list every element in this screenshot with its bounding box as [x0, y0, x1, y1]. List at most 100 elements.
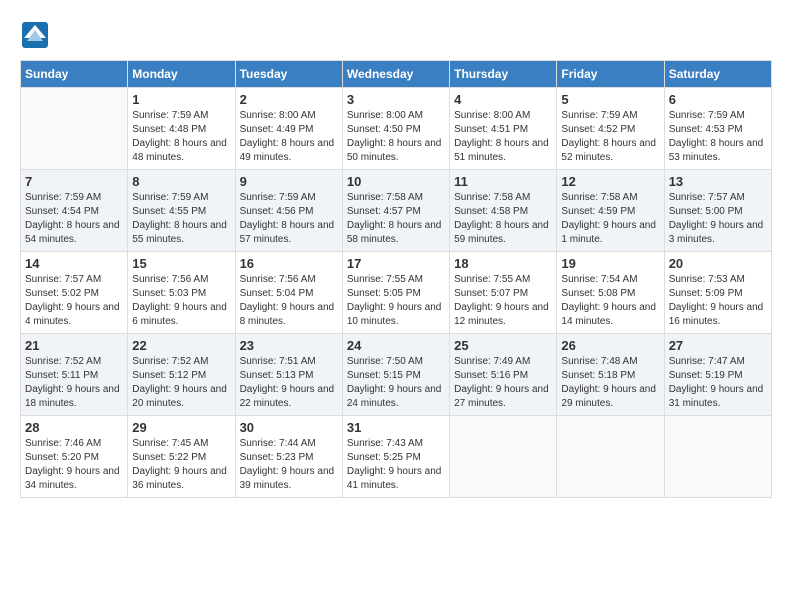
day-info: Sunrise: 7:44 AMSunset: 5:23 PMDaylight:… [240, 437, 338, 493]
calendar-cell: 16 Sunrise: 7:56 AMSunset: 5:04 PMDayligh… [235, 252, 342, 334]
calendar-cell: 27 Sunrise: 7:47 AMSunset: 5:19 PMDayligh… [664, 334, 771, 416]
day-number: 11 [454, 174, 552, 189]
day-info: Sunrise: 7:50 AMSunset: 5:15 PMDaylight:… [347, 355, 445, 411]
calendar-cell: 14Sunrise: 7:57 AMSunset: 5:02 PMDayligh… [21, 252, 128, 334]
day-number: 12 [561, 174, 659, 189]
day-number: 8 [132, 174, 230, 189]
day-number: 4 [454, 92, 552, 107]
logo [20, 20, 54, 50]
day-info: Sunrise: 7:57 AMSunset: 5:02 PMDaylight:… [25, 273, 123, 329]
calendar-cell: 10 Sunrise: 7:58 AMSunset: 4:57 PMDayligh… [342, 170, 449, 252]
day-number: 2 [240, 92, 338, 107]
weekday-header-sunday: Sunday [21, 61, 128, 88]
calendar-cell [21, 88, 128, 170]
weekday-header-saturday: Saturday [664, 61, 771, 88]
day-info: Sunrise: 7:58 AMSunset: 4:58 PMDaylight:… [454, 191, 552, 247]
day-info: Sunrise: 7:58 AMSunset: 4:57 PMDaylight:… [347, 191, 445, 247]
page-header [20, 20, 772, 50]
calendar-cell: 30Sunrise: 7:44 AMSunset: 5:23 PMDayligh… [235, 416, 342, 498]
day-info: Sunrise: 7:59 AMSunset: 4:55 PMDaylight:… [132, 191, 230, 247]
weekday-header-friday: Friday [557, 61, 664, 88]
calendar-cell: 21 Sunrise: 7:52 AMSunset: 5:11 PMDayligh… [21, 334, 128, 416]
day-info: Sunrise: 7:56 AMSunset: 5:04 PMDaylight:… [240, 273, 338, 329]
day-info: Sunrise: 7:43 AMSunset: 5:25 PMDaylight:… [347, 437, 445, 493]
calendar-cell: 28 Sunrise: 7:46 AMSunset: 5:20 PMDayligh… [21, 416, 128, 498]
day-number: 24 [347, 338, 445, 353]
day-info: Sunrise: 8:00 AMSunset: 4:51 PMDaylight:… [454, 109, 552, 165]
calendar-cell [557, 416, 664, 498]
weekday-header-thursday: Thursday [450, 61, 557, 88]
day-number: 16 [240, 256, 338, 271]
calendar-week-2: 7Sunrise: 7:59 AMSunset: 4:54 PMDaylight… [21, 170, 772, 252]
calendar-week-3: 14Sunrise: 7:57 AMSunset: 5:02 PMDayligh… [21, 252, 772, 334]
calendar-cell: 7Sunrise: 7:59 AMSunset: 4:54 PMDaylight… [21, 170, 128, 252]
day-number: 6 [669, 92, 767, 107]
day-info: Sunrise: 7:54 AMSunset: 5:08 PMDaylight:… [561, 273, 659, 329]
day-info: Sunrise: 7:59 AMSunset: 4:56 PMDaylight:… [240, 191, 338, 247]
day-number: 10 [347, 174, 445, 189]
calendar-cell: 25 Sunrise: 7:49 AMSunset: 5:16 PMDayligh… [450, 334, 557, 416]
calendar-cell: 3 Sunrise: 8:00 AMSunset: 4:50 PMDaylight… [342, 88, 449, 170]
day-number: 27 [669, 338, 767, 353]
day-number: 15 [132, 256, 230, 271]
day-number: 13 [669, 174, 767, 189]
day-info: Sunrise: 7:52 AMSunset: 5:12 PMDaylight:… [132, 355, 230, 411]
calendar-header-row: SundayMondayTuesdayWednesdayThursdayFrid… [21, 61, 772, 88]
day-info: Sunrise: 7:59 AMSunset: 4:52 PMDaylight:… [561, 109, 659, 165]
calendar-cell: 1 Sunrise: 7:59 AMSunset: 4:48 PMDaylight… [128, 88, 235, 170]
day-number: 29 [132, 420, 230, 435]
calendar-cell [664, 416, 771, 498]
calendar-cell: 15 Sunrise: 7:56 AMSunset: 5:03 PMDayligh… [128, 252, 235, 334]
day-info: Sunrise: 7:46 AMSunset: 5:20 PMDaylight:… [25, 437, 123, 493]
day-number: 22 [132, 338, 230, 353]
day-number: 20 [669, 256, 767, 271]
day-number: 19 [561, 256, 659, 271]
calendar-week-4: 21 Sunrise: 7:52 AMSunset: 5:11 PMDayligh… [21, 334, 772, 416]
calendar-cell: 6 Sunrise: 7:59 AMSunset: 4:53 PMDaylight… [664, 88, 771, 170]
day-info: Sunrise: 8:00 AMSunset: 4:49 PMDaylight:… [240, 109, 338, 165]
day-number: 17 [347, 256, 445, 271]
day-info: Sunrise: 7:45 AMSunset: 5:22 PMDaylight:… [132, 437, 230, 493]
calendar-cell: 23Sunrise: 7:51 AMSunset: 5:13 PMDayligh… [235, 334, 342, 416]
day-number: 21 [25, 338, 123, 353]
calendar-cell: 19 Sunrise: 7:54 AMSunset: 5:08 PMDayligh… [557, 252, 664, 334]
day-info: Sunrise: 7:59 AMSunset: 4:48 PMDaylight:… [132, 109, 230, 165]
day-info: Sunrise: 7:57 AMSunset: 5:00 PMDaylight:… [669, 191, 767, 247]
day-info: Sunrise: 7:49 AMSunset: 5:16 PMDaylight:… [454, 355, 552, 411]
calendar-cell: 29 Sunrise: 7:45 AMSunset: 5:22 PMDayligh… [128, 416, 235, 498]
day-info: Sunrise: 7:56 AMSunset: 5:03 PMDaylight:… [132, 273, 230, 329]
day-number: 31 [347, 420, 445, 435]
calendar-cell: 31 Sunrise: 7:43 AMSunset: 5:25 PMDayligh… [342, 416, 449, 498]
day-number: 25 [454, 338, 552, 353]
logo-icon [20, 20, 50, 50]
calendar-cell: 11 Sunrise: 7:58 AMSunset: 4:58 PMDayligh… [450, 170, 557, 252]
calendar-cell: 20 Sunrise: 7:53 AMSunset: 5:09 PMDayligh… [664, 252, 771, 334]
calendar-cell: 4 Sunrise: 8:00 AMSunset: 4:51 PMDaylight… [450, 88, 557, 170]
day-info: Sunrise: 8:00 AMSunset: 4:50 PMDaylight:… [347, 109, 445, 165]
calendar-cell [450, 416, 557, 498]
calendar-cell: 5Sunrise: 7:59 AMSunset: 4:52 PMDaylight… [557, 88, 664, 170]
day-number: 9 [240, 174, 338, 189]
day-number: 28 [25, 420, 123, 435]
weekday-header-monday: Monday [128, 61, 235, 88]
day-info: Sunrise: 7:53 AMSunset: 5:09 PMDaylight:… [669, 273, 767, 329]
day-info: Sunrise: 7:59 AMSunset: 4:54 PMDaylight:… [25, 191, 123, 247]
day-number: 26 [561, 338, 659, 353]
calendar-cell: 12 Sunrise: 7:58 AMSunset: 4:59 PMDayligh… [557, 170, 664, 252]
calendar-cell: 9 Sunrise: 7:59 AMSunset: 4:56 PMDaylight… [235, 170, 342, 252]
calendar-cell: 18Sunrise: 7:55 AMSunset: 5:07 PMDayligh… [450, 252, 557, 334]
calendar-week-1: 1 Sunrise: 7:59 AMSunset: 4:48 PMDaylight… [21, 88, 772, 170]
calendar-cell: 13 Sunrise: 7:57 AMSunset: 5:00 PMDayligh… [664, 170, 771, 252]
day-info: Sunrise: 7:59 AMSunset: 4:53 PMDaylight:… [669, 109, 767, 165]
day-info: Sunrise: 7:58 AMSunset: 4:59 PMDaylight:… [561, 191, 659, 247]
day-info: Sunrise: 7:48 AMSunset: 5:18 PMDaylight:… [561, 355, 659, 411]
calendar-cell: 24 Sunrise: 7:50 AMSunset: 5:15 PMDayligh… [342, 334, 449, 416]
day-info: Sunrise: 7:52 AMSunset: 5:11 PMDaylight:… [25, 355, 123, 411]
calendar-cell: 26 Sunrise: 7:48 AMSunset: 5:18 PMDayligh… [557, 334, 664, 416]
day-info: Sunrise: 7:47 AMSunset: 5:19 PMDaylight:… [669, 355, 767, 411]
day-info: Sunrise: 7:51 AMSunset: 5:13 PMDaylight:… [240, 355, 338, 411]
calendar-cell: 2 Sunrise: 8:00 AMSunset: 4:49 PMDaylight… [235, 88, 342, 170]
day-number: 1 [132, 92, 230, 107]
calendar-cell: 8 Sunrise: 7:59 AMSunset: 4:55 PMDaylight… [128, 170, 235, 252]
day-number: 3 [347, 92, 445, 107]
